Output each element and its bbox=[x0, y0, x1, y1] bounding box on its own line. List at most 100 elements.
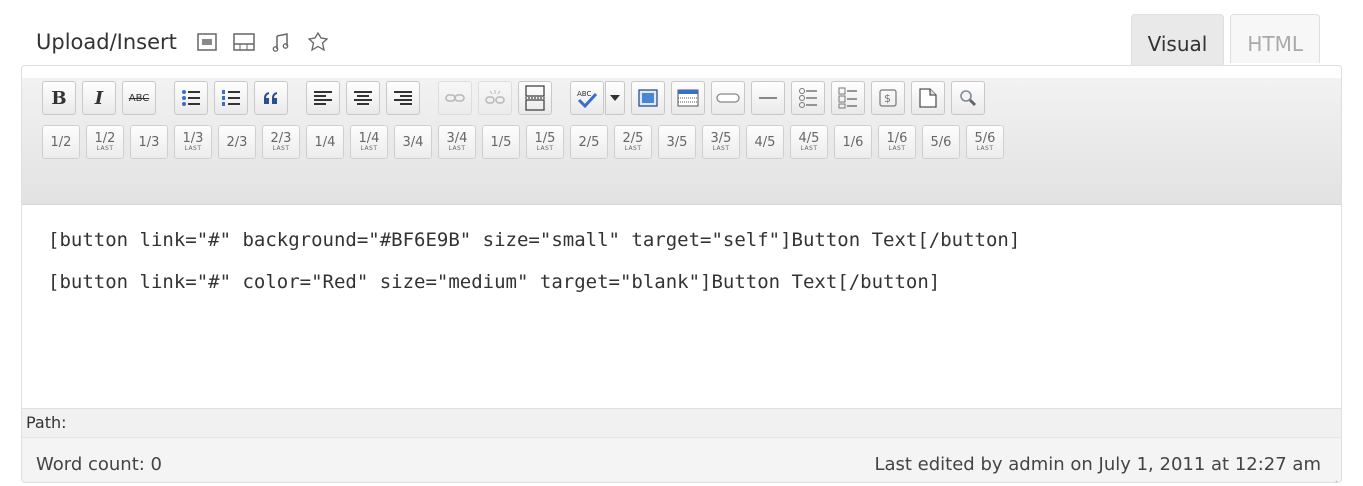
page-shortcode-button[interactable] bbox=[911, 81, 945, 115]
media-icon[interactable] bbox=[306, 30, 330, 54]
column-label: 1/6 bbox=[842, 134, 864, 150]
editor-toolbar: B I ABC ABC $ 1/2 1/2 LAST 1/3 1/3 LAST … bbox=[22, 78, 1341, 205]
column-label: 4/5 bbox=[754, 134, 776, 150]
insert-table-button[interactable] bbox=[671, 81, 705, 115]
column-label: 2/5 bbox=[578, 134, 600, 150]
strikethrough-label: ABC bbox=[128, 92, 150, 104]
column-3-4-last-button[interactable]: 3/4 LAST bbox=[438, 125, 476, 159]
editor-content-area[interactable]: [button link="#" background="#BF6E9B" si… bbox=[22, 205, 1341, 408]
column-label: 1/5 bbox=[490, 134, 512, 150]
last-label: LAST bbox=[888, 145, 906, 152]
audio-icon[interactable] bbox=[269, 30, 293, 54]
column-label: 2/3 bbox=[270, 131, 292, 146]
align-left-button[interactable] bbox=[306, 81, 340, 115]
remove-link-button[interactable] bbox=[478, 81, 512, 115]
column-label: 3/4 bbox=[446, 131, 468, 146]
align-right-button[interactable] bbox=[386, 81, 420, 115]
link-icon bbox=[445, 94, 465, 102]
ordered-list-shortcode-button[interactable] bbox=[831, 81, 865, 115]
strikethrough-button[interactable]: ABC bbox=[122, 81, 156, 115]
column-label: 3/5 bbox=[710, 131, 732, 146]
upload-insert-label: Upload/Insert bbox=[36, 30, 177, 54]
last-label: LAST bbox=[272, 145, 290, 152]
column-label: 3/5 bbox=[666, 134, 688, 150]
column-1-4-button[interactable]: 1/4 bbox=[306, 125, 344, 159]
align-center-icon bbox=[354, 91, 372, 105]
divider-shortcode-button[interactable] bbox=[751, 81, 785, 115]
resize-handle-icon[interactable] bbox=[1324, 478, 1338, 483]
bold-label: B bbox=[51, 87, 67, 109]
insert-link-button[interactable] bbox=[438, 81, 472, 115]
align-center-button[interactable] bbox=[346, 81, 380, 115]
column-1-2-button[interactable]: 1/2 bbox=[42, 125, 80, 159]
button-shortcode-button[interactable] bbox=[711, 81, 745, 115]
column-3-5-last-button[interactable]: 3/5 LAST bbox=[702, 125, 740, 159]
align-left-icon bbox=[314, 91, 332, 105]
content-line: [button link="#" background="#BF6E9B" si… bbox=[48, 229, 1021, 251]
last-label: LAST bbox=[360, 145, 378, 152]
path-bar: Path: bbox=[22, 408, 1341, 437]
dollar-icon: $ bbox=[879, 89, 897, 107]
column-label: 5/6 bbox=[930, 134, 952, 150]
italic-button[interactable]: I bbox=[82, 81, 116, 115]
column-1-6-last-button[interactable]: 1/6 LAST bbox=[878, 125, 916, 159]
last-label: LAST bbox=[448, 145, 466, 152]
column-1-6-button[interactable]: 1/6 bbox=[834, 125, 872, 159]
fullscreen-icon bbox=[638, 89, 658, 107]
spellcheck-language-dropdown[interactable] bbox=[605, 81, 625, 115]
list-icon bbox=[799, 88, 817, 108]
column-1-5-last-button[interactable]: 1/5 LAST bbox=[526, 125, 564, 159]
column-1-2-last-button[interactable]: 1/2 LAST bbox=[86, 125, 124, 159]
upload-insert-bar: Upload/Insert bbox=[36, 22, 343, 62]
toolbar-row-1: B I ABC ABC $ bbox=[22, 78, 1341, 118]
video-icon[interactable] bbox=[232, 30, 256, 54]
column-5-6-button[interactable]: 5/6 bbox=[922, 125, 960, 159]
fullscreen-button[interactable] bbox=[631, 81, 665, 115]
column-label: 1/2 bbox=[94, 131, 116, 146]
column-5-6-last-button[interactable]: 5/6 LAST bbox=[966, 125, 1004, 159]
spellcheck-button[interactable]: ABC bbox=[570, 81, 604, 115]
tab-visual[interactable]: Visual bbox=[1130, 14, 1225, 66]
last-edited: Last edited by admin on July 1, 2011 at … bbox=[874, 454, 1321, 475]
search-button[interactable] bbox=[951, 81, 985, 115]
last-label: LAST bbox=[96, 145, 114, 152]
align-right-icon bbox=[394, 91, 412, 105]
column-1-3-button[interactable]: 1/3 bbox=[130, 125, 168, 159]
column-2-5-button[interactable]: 2/5 bbox=[570, 125, 608, 159]
column-4-5-button[interactable]: 4/5 bbox=[746, 125, 784, 159]
column-3-5-button[interactable]: 3/5 bbox=[658, 125, 696, 159]
bulleted-list-button[interactable] bbox=[174, 81, 208, 115]
svg-text:$: $ bbox=[884, 92, 891, 105]
column-2-3-button[interactable]: 2/3 bbox=[218, 125, 256, 159]
column-1-3-last-button[interactable]: 1/3 LAST bbox=[174, 125, 212, 159]
path-label: Path: bbox=[26, 413, 67, 432]
column-1-4-last-button[interactable]: 1/4 LAST bbox=[350, 125, 388, 159]
column-label: 1/2 bbox=[50, 134, 72, 150]
blockquote-button[interactable] bbox=[254, 81, 288, 115]
column-label: 1/5 bbox=[534, 131, 556, 146]
toolbar-row-2: 1/2 1/2 LAST 1/3 1/3 LAST 2/3 2/3 LAST 1/4 … bbox=[22, 122, 1341, 162]
image-icon[interactable] bbox=[195, 30, 219, 54]
tab-html[interactable]: HTML bbox=[1230, 14, 1320, 63]
pricing-shortcode-button[interactable]: $ bbox=[871, 81, 905, 115]
table-icon bbox=[677, 89, 699, 107]
column-3-4-button[interactable]: 3/4 bbox=[394, 125, 432, 159]
numbered-list-button[interactable] bbox=[214, 81, 248, 115]
search-icon bbox=[960, 90, 977, 107]
last-label: LAST bbox=[536, 145, 554, 152]
column-label: 1/6 bbox=[886, 131, 908, 146]
column-2-3-last-button[interactable]: 2/3 LAST bbox=[262, 125, 300, 159]
last-label: LAST bbox=[624, 145, 642, 152]
bold-button[interactable]: B bbox=[42, 81, 76, 115]
word-count: Word count: 0 bbox=[36, 454, 163, 475]
more-tag-icon bbox=[525, 85, 545, 111]
checklist-icon bbox=[838, 87, 857, 109]
list-shortcode-button[interactable] bbox=[791, 81, 825, 115]
column-2-5-last-button[interactable]: 2/5 LAST bbox=[614, 125, 652, 159]
column-1-5-button[interactable]: 1/5 bbox=[482, 125, 520, 159]
column-4-5-last-button[interactable]: 4/5 LAST bbox=[790, 125, 828, 159]
status-bar: Word count: 0 Last edited by admin on Ju… bbox=[22, 437, 1341, 483]
insert-more-button[interactable] bbox=[518, 81, 552, 115]
editor-tabs: Visual HTML bbox=[1130, 14, 1320, 66]
last-label: LAST bbox=[976, 145, 994, 152]
